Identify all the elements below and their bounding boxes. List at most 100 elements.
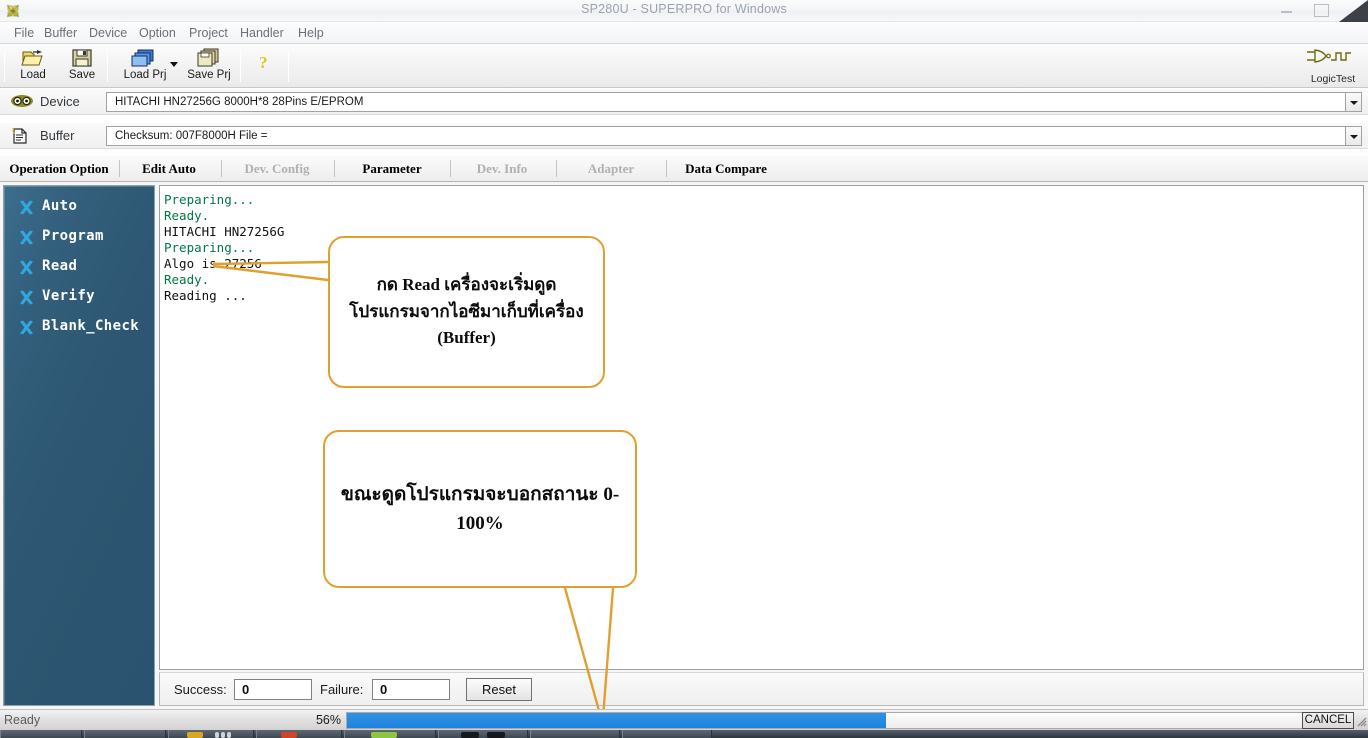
- save-button-label: Save: [68, 69, 96, 81]
- device-row: Device HITACHI HN27256G 8000H*8 28Pins E…: [0, 89, 1368, 115]
- taskbar-item[interactable]: [438, 730, 528, 738]
- failure-label: Failure:: [320, 682, 364, 697]
- taskbar-item[interactable]: [168, 730, 254, 738]
- success-value[interactable]: 0: [234, 679, 312, 700]
- buffer-row-label: Buffer: [40, 128, 75, 143]
- log-line: Preparing...: [164, 192, 255, 207]
- read-callout-text: กด Read เครื่องจะเริ่มดูด โปรแกรมจากไอซี…: [349, 275, 584, 348]
- maximize-icon[interactable]: [1305, 0, 1337, 20]
- chevron-down-icon[interactable]: [170, 62, 178, 67]
- device-row-label: Device: [40, 94, 80, 109]
- status-ready-text: Ready: [4, 713, 41, 727]
- x-mark-icon: [18, 289, 35, 306]
- os-taskbar: [0, 730, 1368, 738]
- tab-data-compare[interactable]: Data Compare: [668, 156, 784, 181]
- save-button[interactable]: Save: [57, 46, 107, 84]
- log-line: Preparing...: [164, 240, 255, 255]
- sidebar-item-read[interactable]: Read: [14, 257, 152, 279]
- sidebar-item-blank-check-label: Blank_Check: [42, 318, 140, 334]
- x-mark-icon: [18, 199, 35, 216]
- sidebar-item-verify[interactable]: Verify: [14, 287, 152, 309]
- load-button-label: Load: [20, 69, 46, 81]
- load-project-label: Load Prj: [123, 69, 167, 81]
- reset-button[interactable]: Reset: [466, 678, 532, 701]
- read-callout: กด Read เครื่องจะเริ่มดูด โปรแกรมจากไอซี…: [328, 236, 605, 388]
- taskbar-item[interactable]: [530, 730, 620, 738]
- tab-dev-info: Dev. Info: [476, 161, 528, 176]
- sidebar-item-program-label: Program: [42, 228, 104, 244]
- sidebar-item-blank-check[interactable]: Blank_Check: [14, 317, 152, 339]
- load-button[interactable]: Load: [8, 46, 58, 84]
- menu-bar: File Buffer Device Option Project Handle…: [0, 22, 1368, 44]
- logic-test-label: LogicTest: [1310, 73, 1356, 85]
- open-folder-icon: [8, 47, 58, 69]
- taskbar-start-button[interactable]: [0, 730, 82, 738]
- help-button[interactable]: ?: [246, 46, 282, 84]
- menu-item-help[interactable]: Help: [292, 25, 330, 41]
- tab-edit-auto[interactable]: Edit Auto: [120, 156, 218, 181]
- close-icon[interactable]: [1339, 0, 1368, 22]
- load-project-icon: [114, 47, 176, 69]
- logic-gate-icon: [1302, 48, 1364, 73]
- menu-item-project[interactable]: Project: [183, 25, 234, 41]
- cancel-button[interactable]: CANCEL: [1302, 712, 1354, 729]
- operation-sidebar: Auto Program Read Verify Blank_Check: [3, 185, 155, 706]
- sidebar-item-auto[interactable]: Auto: [14, 197, 152, 219]
- taskbar-item[interactable]: [344, 730, 436, 738]
- progress-bar-fill: [347, 713, 886, 728]
- taskbar-item[interactable]: [256, 730, 342, 738]
- sidebar-item-verify-label: Verify: [42, 288, 95, 304]
- counters-row: Success: 0 Failure: 0 Reset: [159, 672, 1364, 706]
- menu-item-file[interactable]: File: [8, 25, 40, 41]
- logic-test-button[interactable]: LogicTest: [1302, 48, 1364, 85]
- window-title: SP280U - SUPERPRO for Windows: [581, 2, 787, 16]
- progress-percent-text: 56%: [315, 713, 341, 727]
- x-mark-icon: [18, 229, 35, 246]
- goggles-icon: [10, 93, 33, 111]
- failure-value[interactable]: 0: [372, 679, 450, 700]
- menu-item-handler[interactable]: Handler: [234, 25, 290, 41]
- tab-parameter[interactable]: Parameter: [336, 156, 448, 181]
- device-field[interactable]: HITACHI HN27256G 8000H*8 28Pins E/EPROM: [106, 92, 1346, 112]
- buffer-field[interactable]: Checksum: 007F8000H File =: [106, 126, 1346, 146]
- x-mark-icon: [18, 319, 35, 336]
- minimize-icon[interactable]: [1271, 0, 1303, 20]
- taskbar-item[interactable]: [622, 730, 712, 738]
- tab-dev-config: Dev. Config: [244, 161, 310, 176]
- taskbar-item[interactable]: [84, 730, 166, 738]
- main-content: Auto Program Read Verify Blank_Check Pre…: [0, 182, 1368, 709]
- tab-bar: Operation Option Edit Auto Dev. Config P…: [0, 156, 1368, 182]
- save-project-button[interactable]: Save Prj: [178, 46, 240, 84]
- svg-text:?: ?: [259, 53, 268, 72]
- menu-item-option[interactable]: Option: [133, 25, 182, 41]
- sidebar-item-program[interactable]: Program: [14, 227, 152, 249]
- tab-operation-option[interactable]: Operation Option: [0, 156, 118, 181]
- floppy-disk-icon: [57, 47, 107, 69]
- title-bar: SP280U - SUPERPRO for Windows: [0, 0, 1368, 22]
- menu-item-device[interactable]: Device: [83, 25, 133, 41]
- window-controls: [1253, 0, 1368, 22]
- menu-item-buffer[interactable]: Buffer: [38, 25, 83, 41]
- log-line: Ready.: [164, 272, 210, 287]
- sidebar-item-read-label: Read: [42, 258, 78, 274]
- buffer-dropdown-chevron-down-icon[interactable]: [1345, 126, 1362, 146]
- status-bar: Ready 56% CANCEL: [0, 709, 1368, 730]
- toolbar: Load Save Load Prj Save Prj ? LogicTest: [0, 44, 1368, 88]
- log-line: Algo is 27256: [164, 256, 262, 271]
- log-line: Ready.: [164, 208, 210, 223]
- progress-callout-text: ขณะดูดโปรแกรมจะบอกสถานะ 0-100%: [340, 483, 620, 534]
- sidebar-item-auto-label: Auto: [42, 198, 78, 214]
- application-window: SP280U - SUPERPRO for Windows File Buffe…: [0, 0, 1368, 738]
- x-mark-icon: [18, 259, 35, 276]
- progress-callout: ขณะดูดโปรแกรมจะบอกสถานะ 0-100%: [323, 430, 637, 588]
- document-icon: [10, 127, 32, 145]
- resize-grip-icon[interactable]: [1355, 714, 1367, 727]
- buffer-row: Buffer Checksum: 007F8000H File =: [0, 123, 1368, 149]
- load-project-button[interactable]: Load Prj: [114, 46, 176, 84]
- log-line: Reading ...: [164, 288, 247, 303]
- tab-adapter: Adapter: [587, 161, 635, 176]
- device-dropdown-chevron-down-icon[interactable]: [1345, 92, 1362, 112]
- log-line: HITACHI HN27256G: [164, 224, 285, 239]
- progress-bar: [346, 712, 1310, 729]
- save-project-icon: [178, 47, 240, 69]
